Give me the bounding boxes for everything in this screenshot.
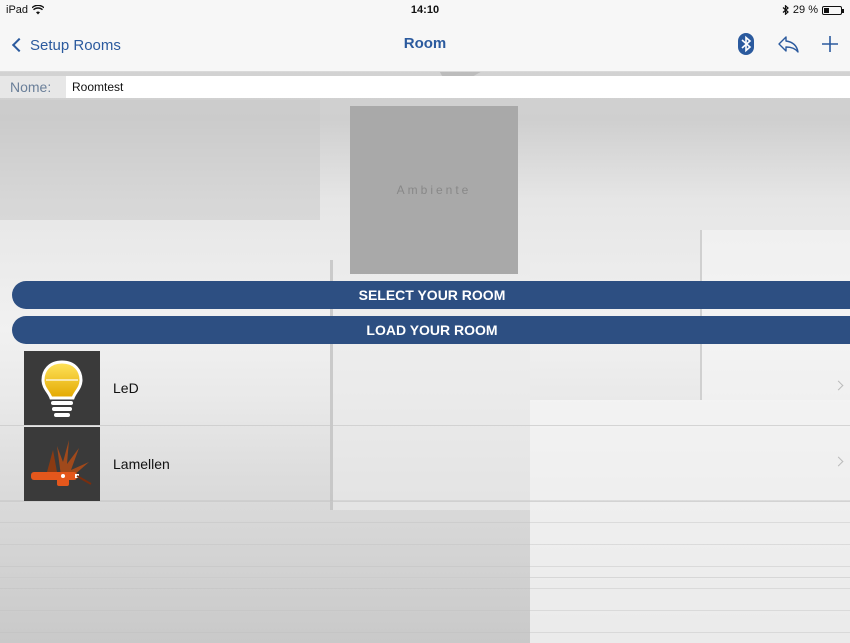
list-item-lamellen[interactable]: Lamellen bbox=[0, 426, 850, 502]
light-bulb-icon bbox=[24, 351, 100, 425]
blinds-icon bbox=[24, 427, 100, 501]
room-name-label: Nome: bbox=[10, 79, 52, 95]
room-name-row: Nome: bbox=[0, 76, 850, 98]
list-item-led[interactable]: LeD bbox=[0, 350, 850, 426]
status-time: 14:10 bbox=[410, 4, 440, 16]
list-item-label: LeD bbox=[113, 380, 139, 396]
navigation-bar: Setup Rooms Room bbox=[0, 20, 850, 72]
bluetooth-icon[interactable] bbox=[734, 32, 758, 56]
list-item-label: Lamellen bbox=[113, 456, 170, 472]
add-icon[interactable] bbox=[818, 32, 842, 56]
room-name-input[interactable] bbox=[66, 76, 850, 98]
chevron-right-icon bbox=[833, 456, 844, 467]
page-title: Room bbox=[403, 35, 447, 52]
bluetooth-status-icon bbox=[782, 5, 789, 15]
chevron-right-icon bbox=[833, 380, 844, 391]
room-image[interactable]: Ambiente bbox=[350, 106, 518, 274]
battery-percent: 29 % bbox=[792, 4, 818, 16]
select-room-button[interactable]: SELECT YOUR ROOM bbox=[12, 281, 850, 309]
device-list: LeD Lamellen bbox=[0, 350, 850, 502]
room-image-caption: Ambiente bbox=[396, 183, 472, 197]
load-room-button[interactable]: LOAD YOUR ROOM bbox=[12, 316, 850, 344]
row-divider bbox=[0, 577, 850, 578]
share-icon[interactable] bbox=[776, 32, 800, 56]
battery-icon bbox=[822, 5, 844, 15]
status-bar: iPad 14:10 29 % bbox=[0, 0, 850, 20]
